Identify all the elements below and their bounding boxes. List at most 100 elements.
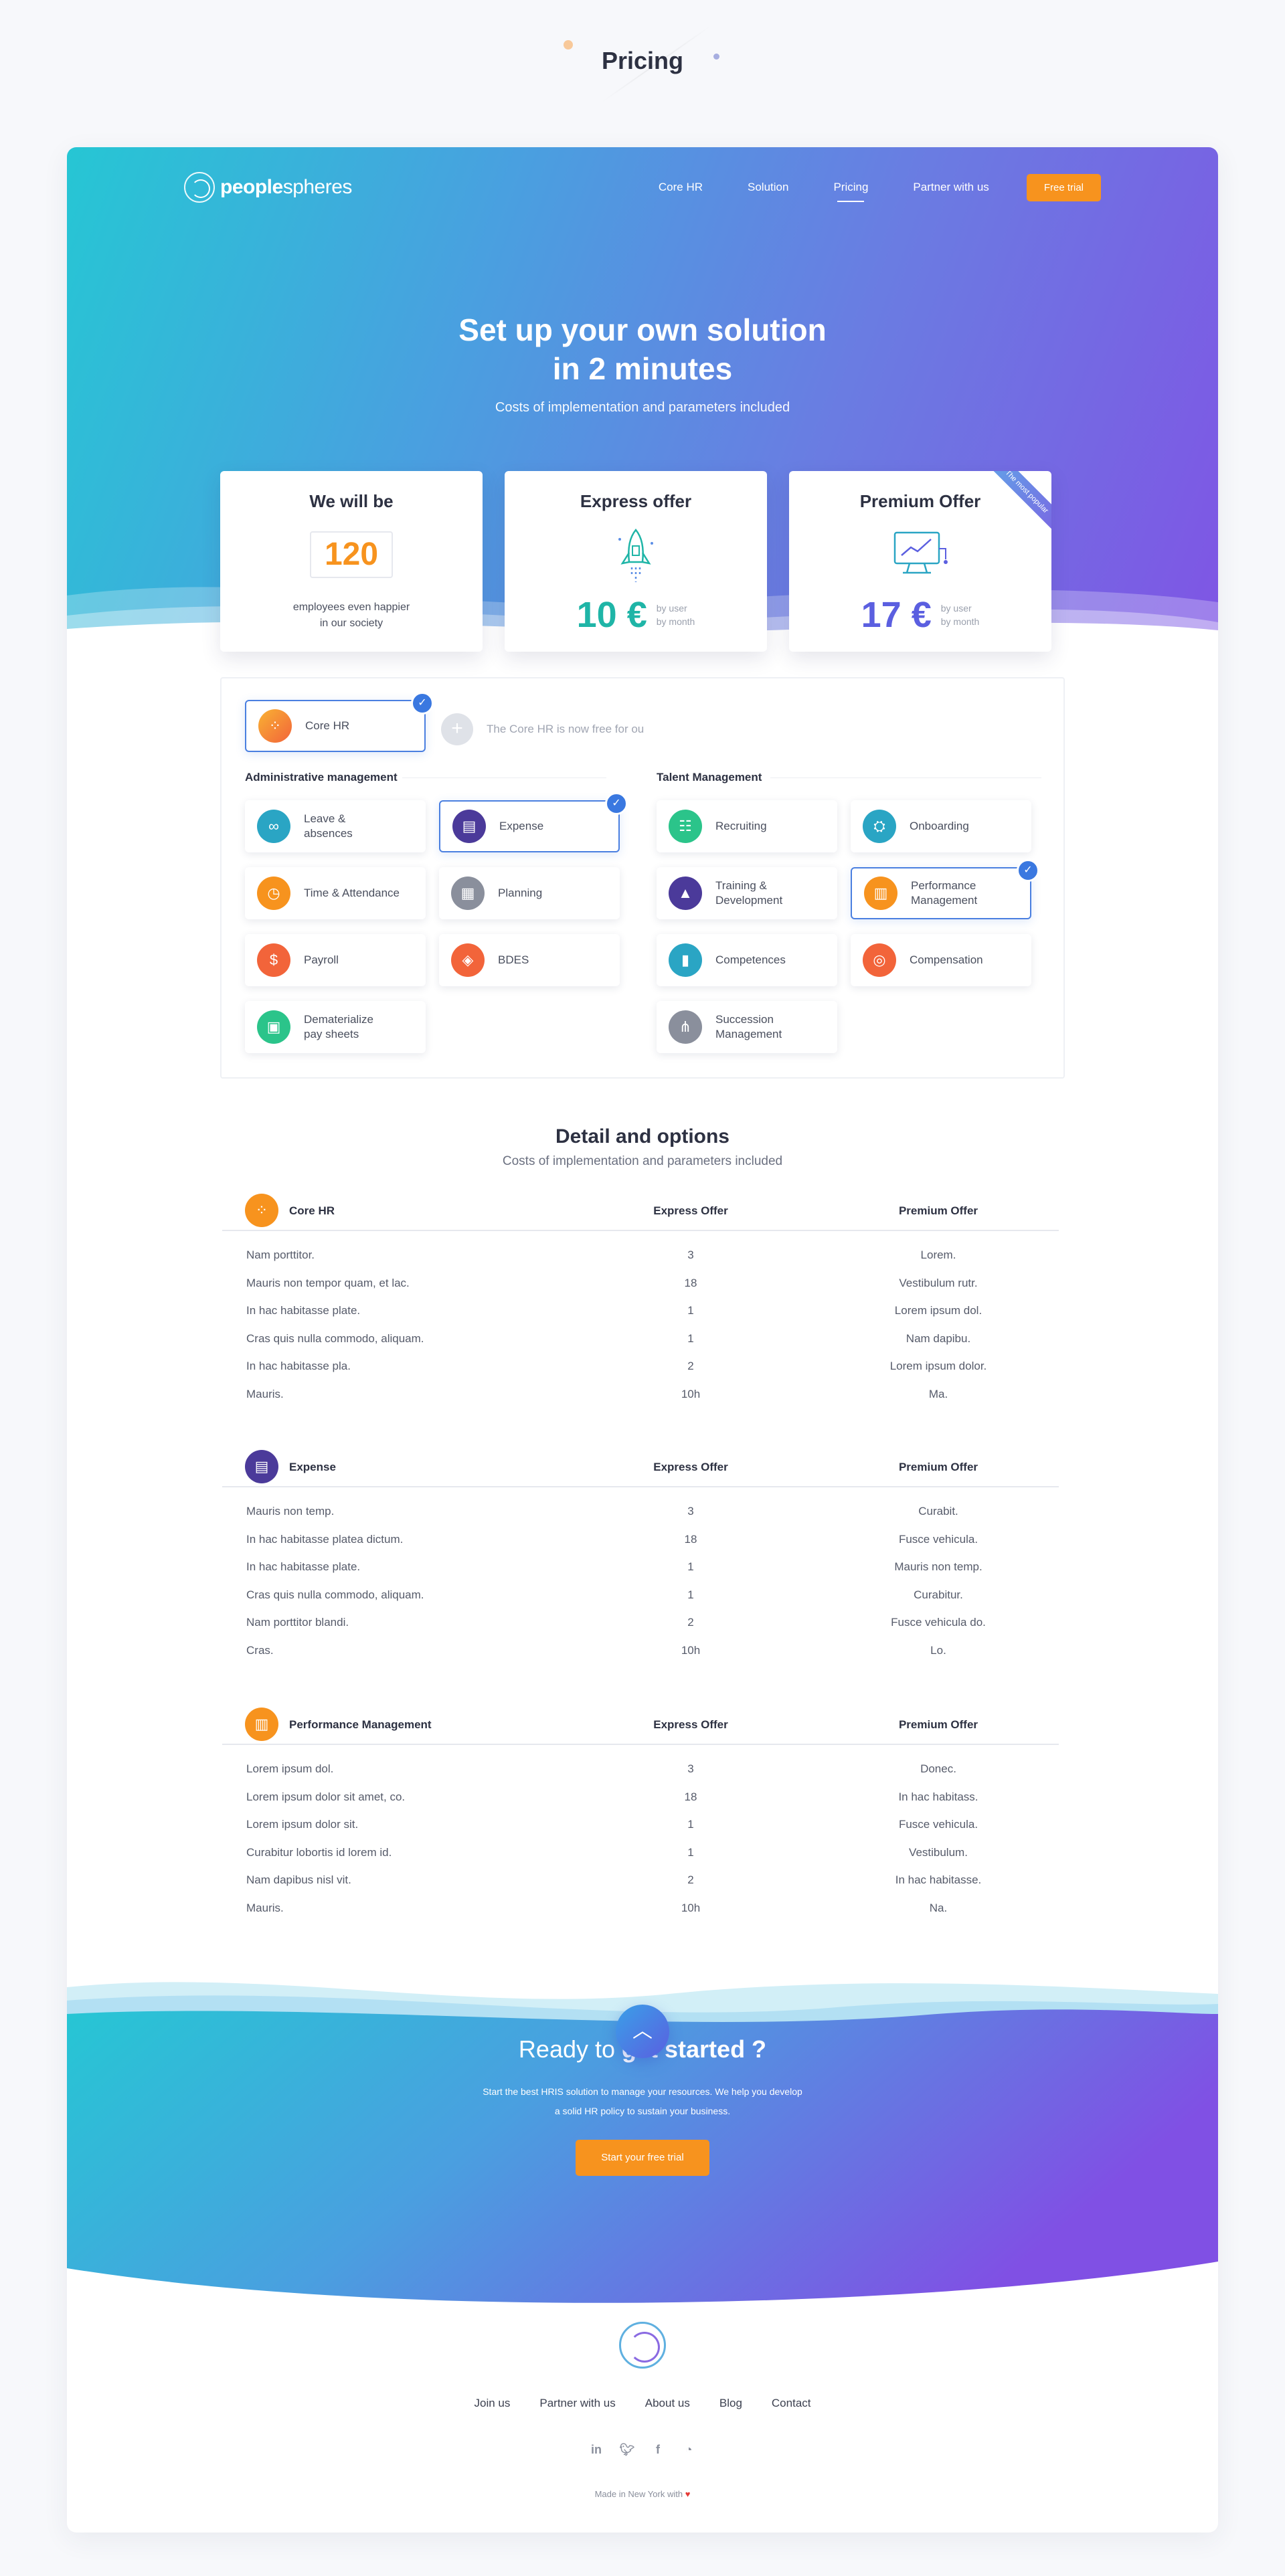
receipt-icon: ▤ — [245, 1450, 278, 1483]
module-core-hr[interactable]: ⁘ Core HR ✓ — [245, 692, 434, 752]
module-item[interactable]: ▥ Performance Management ✓ — [851, 859, 1039, 919]
module-item[interactable]: ◷ Time & Attendance — [245, 867, 426, 919]
offer-card-counter: We will be 120 employees even happier in… — [220, 471, 483, 652]
table-row: Curabitur lobortis id lorem id. 1 Vestibul… — [222, 1838, 1059, 1866]
module-item[interactable]: ⋔ Succession Management — [657, 1001, 837, 1053]
offer-description: employees even happier in our society — [292, 602, 410, 629]
start-free-trial-button[interactable]: Start your free trial — [576, 2140, 709, 2176]
footer-link-about[interactable]: About us — [645, 2397, 690, 2410]
module-label: Planning — [498, 887, 543, 899]
table-module-name: Expense — [289, 1461, 336, 1473]
team-icon: ⛭ — [863, 810, 896, 843]
footer-link-contact[interactable]: Contact — [772, 2397, 811, 2410]
table-cell: Lorem ipsum dolor sit. — [246, 1818, 359, 1831]
table-row: Cras quis nulla commodo, aliquam. 1 Curabi… — [222, 1580, 1059, 1608]
free-trial-button[interactable]: Free trial — [1026, 173, 1101, 201]
table-cell: Mauris non temp. — [894, 1560, 982, 1573]
pricing-page-card: peoplespheres Core HR Solution Pricing P… — [67, 147, 1218, 2533]
footer-link-join[interactable]: Join us — [475, 2397, 511, 2410]
table-row: Nam porttitor blandi. 2 Fusce vehicula do. — [222, 1608, 1059, 1636]
column-header-express: Express Offer — [653, 1718, 728, 1731]
offer-card-express[interactable]: Express offer 10 € by user by month — [505, 471, 767, 652]
add-icon[interactable]: + — [441, 713, 473, 745]
module-item[interactable]: ◈ BDES — [439, 934, 620, 986]
module-label: Leave & absences — [304, 812, 353, 840]
table-cell: 1 — [687, 1560, 694, 1573]
hero-title: Set up your own solution in 2 minutes — [458, 312, 827, 386]
linkedin-icon[interactable]: in — [588, 2441, 605, 2458]
table-cell: 18 — [684, 1790, 697, 1803]
table-cell: Donec. — [920, 1762, 956, 1775]
money-bag-icon: $ — [257, 943, 290, 977]
group-title-talent: Talent Management — [657, 771, 762, 784]
table-cell: Nam porttitor blandi. — [246, 1616, 349, 1629]
table-cell: In hac habitasse plate. — [246, 1304, 361, 1317]
module-item[interactable]: ▮ Competences — [657, 934, 837, 986]
nav-core-hr[interactable]: Core HR — [659, 181, 703, 194]
footer-link-partner[interactable]: Partner with us — [539, 2397, 615, 2410]
column-header-premium: Premium Offer — [898, 1718, 978, 1731]
module-label: Time & Attendance — [304, 887, 400, 899]
module-label: Core HR — [305, 719, 350, 732]
offer-title: Express offer — [580, 491, 692, 511]
clock-icon: ◷ — [257, 877, 290, 910]
rocket-icon — [618, 529, 653, 582]
table-row: In hac habitasse plate. 1 Mauris non temp. — [222, 1552, 1059, 1580]
module-item[interactable]: ◎ Compensation — [851, 934, 1031, 986]
module-item[interactable]: $ Payroll — [245, 934, 426, 986]
table-cell: In hac habitasse pla. — [246, 1360, 351, 1372]
brand-logo[interactable]: peoplespheres — [184, 172, 352, 203]
table-row: In hac habitasse pla. 2 Lorem ipsum dolor. — [222, 1352, 1059, 1380]
table-row: Nam porttitor. 3 Lorem. — [222, 1240, 1059, 1269]
document-icon: ▣ — [257, 1010, 290, 1044]
table-cell: Lorem ipsum dolor sit amet, co. — [246, 1790, 406, 1803]
cta-text: Start the best HRIS solution to manage y… — [483, 2086, 802, 2116]
employee-counter-input[interactable]: 120 — [310, 531, 393, 578]
nav-partner[interactable]: Partner with us — [913, 181, 989, 194]
page-title: Pricing — [601, 47, 684, 74]
table-cell: Nam dapibu. — [906, 1331, 971, 1345]
module-label: Succession Management — [715, 1013, 782, 1040]
rss-icon[interactable]: ◔ — [680, 2441, 697, 2458]
table-cell: Lorem ipsum dol. — [894, 1304, 982, 1317]
hierarchy-icon: ⋔ — [669, 1010, 702, 1044]
table-header: ▤ Expense Express Offer Premium Offer — [222, 1447, 1059, 1487]
table-row: Mauris. 10h Na. — [222, 1894, 1059, 1922]
table-cell: Mauris. — [246, 1901, 284, 1914]
module-item[interactable]: ∞ Leave & absences — [245, 800, 426, 852]
table-cell: Lo. — [930, 1643, 946, 1657]
footer-logo-icon[interactable] — [619, 2322, 666, 2369]
module-label: BDES — [498, 953, 529, 966]
module-item[interactable]: ▤ Expense ✓ — [439, 792, 628, 852]
module-label: Compensation — [910, 953, 983, 966]
table-cell: 2 — [687, 1360, 694, 1372]
module-item[interactable]: ▲ Training & Development — [657, 867, 837, 919]
divider — [402, 777, 606, 778]
scroll-up-button[interactable]: ︿ — [616, 2005, 669, 2058]
table-cell: 10h — [681, 1901, 701, 1914]
module-item[interactable]: ▦ Planning — [439, 867, 620, 919]
table-row: Mauris non tempor quam, et lac. 18 Vestibu… — [222, 1269, 1059, 1297]
core-hr-note: The Core HR is now free for ou — [487, 723, 645, 735]
offer-card-premium[interactable]: The most popular Premium Offer 17 € by u… — [789, 471, 1051, 652]
column-header-premium: Premium Offer — [898, 1461, 978, 1473]
table-cell: 10h — [681, 1387, 701, 1400]
nav-pricing[interactable]: Pricing — [833, 181, 868, 202]
nav-solution[interactable]: Solution — [748, 181, 788, 194]
detail-table: ▥ Performance Management Express Offer Prem… — [222, 1705, 1059, 1921]
twitter-icon[interactable]: 🐦︎ — [618, 2441, 636, 2458]
module-item[interactable]: ▣ Dematerialize pay sheets — [245, 1001, 426, 1053]
table-cell: 1 — [687, 1588, 694, 1601]
module-item[interactable]: ⛭ Onboarding — [851, 800, 1031, 852]
table-cell: Nam porttitor. — [246, 1249, 315, 1261]
module-item[interactable]: ☷ Recruiting — [657, 800, 837, 852]
module-selector: ⁘ Core HR ✓ + The Core HR is now free fo… — [220, 677, 1065, 1079]
core-hr-icon: ⁘ — [245, 1194, 278, 1227]
footer-link-blog[interactable]: Blog — [719, 2397, 742, 2410]
table-cell: Cras quis nulla commodo, aliquam. — [246, 1331, 424, 1345]
facebook-icon[interactable]: f — [649, 2441, 667, 2458]
table-module-name: Core HR — [289, 1204, 335, 1217]
table-cell: Mauris. — [246, 1387, 284, 1400]
module-label: Payroll — [304, 953, 339, 966]
offer-price: 10 € — [576, 595, 647, 635]
